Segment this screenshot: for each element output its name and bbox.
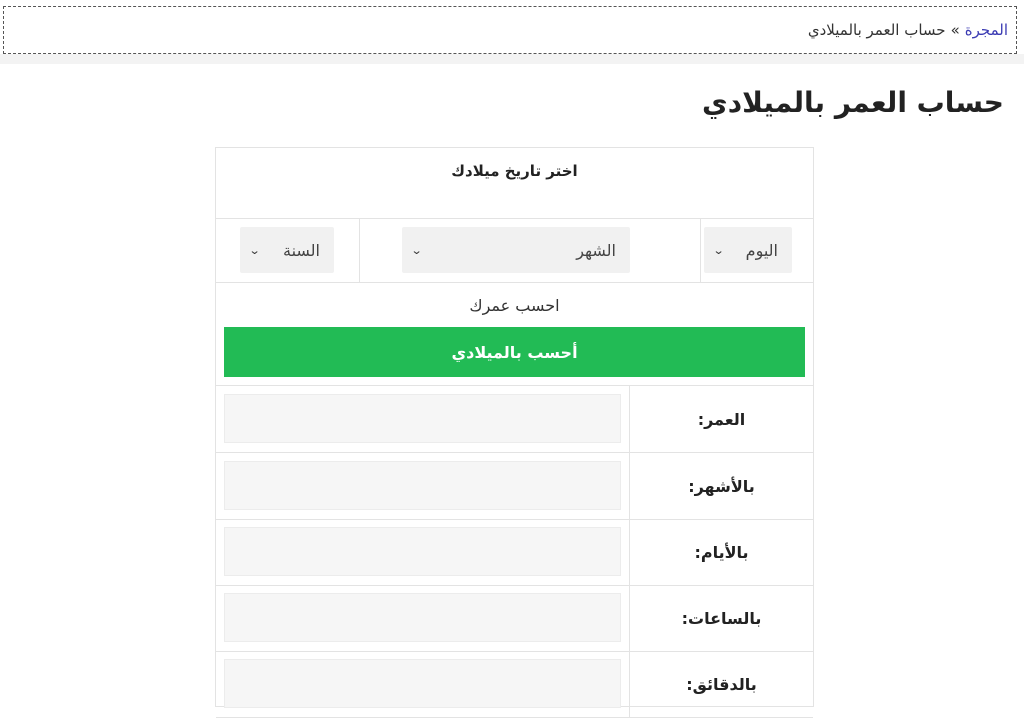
result-label-cell: بالأشهر: bbox=[629, 453, 813, 519]
submit-area: احسب عمرك أحسب بالميلادي bbox=[216, 283, 813, 386]
age-output-field[interactable] bbox=[224, 394, 621, 443]
result-row-months: بالأشهر: bbox=[216, 453, 813, 520]
chevron-down-icon: ⌄ bbox=[712, 243, 725, 257]
result-label-cell: بالدقائق: bbox=[629, 651, 813, 717]
calculate-button[interactable]: أحسب بالميلادي bbox=[224, 327, 805, 377]
hours-output-field[interactable] bbox=[224, 593, 621, 642]
breadcrumb-separator: » bbox=[950, 21, 960, 39]
result-label-months: بالأشهر: bbox=[688, 477, 755, 496]
result-row-hours: بالساعات: bbox=[216, 585, 813, 652]
day-select[interactable]: اليوم ⌄ bbox=[704, 227, 792, 273]
result-label-days: بالأيام: bbox=[694, 543, 749, 562]
chevron-down-icon: ⌄ bbox=[410, 243, 423, 257]
result-row-days: بالأيام: bbox=[216, 519, 813, 586]
form-header: اختر تاريخ ميلادك bbox=[216, 148, 813, 219]
form-header-label: اختر تاريخ ميلادك bbox=[451, 162, 578, 180]
submit-caption: احسب عمرك bbox=[469, 296, 560, 315]
result-row-minutes: بالدقائق: bbox=[216, 651, 813, 718]
month-select[interactable]: الشهر ⌄ bbox=[402, 227, 630, 273]
result-label-cell: بالأيام: bbox=[629, 519, 813, 585]
month-select-value: الشهر bbox=[576, 240, 616, 260]
breadcrumb-current: حساب العمر بالميلادي bbox=[807, 21, 946, 39]
result-label-cell: العمر: bbox=[629, 386, 813, 452]
year-cell: السنة ⌄ bbox=[216, 218, 359, 282]
chevron-down-icon: ⌄ bbox=[248, 243, 261, 257]
breadcrumb-home-link[interactable]: المجرة bbox=[965, 21, 1008, 39]
day-cell: اليوم ⌄ bbox=[701, 218, 815, 282]
month-cell: الشهر ⌄ bbox=[359, 218, 701, 282]
page-title: حساب العمر بالميلادي bbox=[702, 86, 1004, 119]
result-label-age: العمر: bbox=[697, 410, 746, 429]
section-divider bbox=[0, 54, 1024, 64]
result-label-hours: بالساعات: bbox=[681, 609, 762, 628]
age-calculator-form: اختر تاريخ ميلادك اليوم ⌄ الشهر ⌄ السنة … bbox=[215, 147, 814, 718]
result-row-age: العمر: bbox=[216, 386, 813, 453]
days-output-field[interactable] bbox=[224, 527, 621, 576]
months-output-field[interactable] bbox=[224, 461, 621, 510]
birthdate-selects: اليوم ⌄ الشهر ⌄ السنة ⌄ bbox=[216, 218, 813, 283]
result-label-cell: بالساعات: bbox=[629, 585, 813, 651]
year-select-value: السنة bbox=[283, 240, 320, 260]
day-select-value: اليوم bbox=[745, 240, 778, 260]
year-select[interactable]: السنة ⌄ bbox=[240, 227, 334, 273]
result-label-minutes: بالدقائق: bbox=[686, 675, 757, 694]
breadcrumb: المجرة » حساب العمر بالميلادي bbox=[3, 6, 1017, 54]
